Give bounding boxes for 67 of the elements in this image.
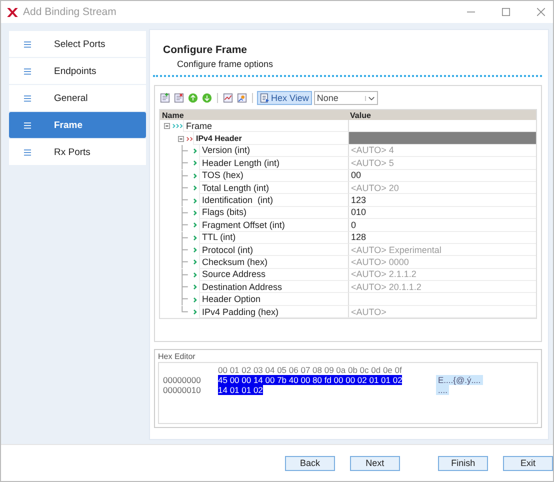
value-cell[interactable]: 00 xyxy=(348,170,536,182)
collapse-icon[interactable] xyxy=(178,136,184,142)
list-icon xyxy=(24,68,31,74)
column-header[interactable]: Value xyxy=(348,110,536,120)
offset-label: 00000010 xyxy=(162,385,202,396)
value-cell[interactable] xyxy=(348,132,536,145)
maximize-icon[interactable] xyxy=(502,8,510,16)
value-cell[interactable]: 010 xyxy=(348,206,536,220)
field-name[interactable]: IPv4 Padding (hex) xyxy=(199,306,348,318)
field-name[interactable]: Header Option xyxy=(199,293,348,306)
page-title: Configure Frame xyxy=(163,44,248,56)
field-name[interactable]: Protocol (int) xyxy=(199,244,348,256)
sidebar-item[interactable]: Frame xyxy=(9,112,146,138)
collapse-icon[interactable] xyxy=(164,123,170,130)
field-name[interactable]: Total Length (int) xyxy=(199,182,348,194)
filter-dropdown[interactable]: None xyxy=(314,91,378,105)
wizard-button[interactable]: Next xyxy=(350,456,400,470)
list-icon xyxy=(24,40,31,48)
field-name[interactable]: Version (int) xyxy=(199,144,348,158)
hex-editor-title: Hex Editor xyxy=(158,352,196,362)
field-name[interactable]: Source Address xyxy=(199,268,348,282)
field-name[interactable]: IPv4 Header xyxy=(193,132,348,145)
add-row-icon[interactable] xyxy=(159,92,171,104)
move-up-icon[interactable] xyxy=(187,92,199,104)
value-cell[interactable] xyxy=(348,293,536,306)
value-cell[interactable]: 0 xyxy=(348,219,536,232)
image-icon[interactable] xyxy=(236,92,248,104)
hex-bytes[interactable]: 45 00 00 14 00 7b 40 00 80 fd 00 00 02 01 01 02 xyxy=(218,375,402,386)
wizard-button[interactable]: Back xyxy=(285,456,335,470)
sidebar-item[interactable]: General xyxy=(9,85,146,111)
byte-column-header: 00 01 02 03 04 05 06 07 08 09 0a 0b 0c 0d 0e 0f xyxy=(218,365,402,376)
field-name[interactable]: TOS (hex) xyxy=(199,170,348,182)
wizard-button[interactable]: Finish xyxy=(438,456,488,470)
wizard-button[interactable]: Exit xyxy=(503,456,553,470)
caret-icon xyxy=(364,96,377,100)
offset-label: 00000000 xyxy=(162,375,202,386)
list-icon xyxy=(24,148,31,156)
hex-view-button[interactable]: Hex View xyxy=(257,91,312,105)
field-name[interactable]: Flags (bits) xyxy=(199,206,348,220)
field-name[interactable]: Checksum (hex) xyxy=(199,256,348,269)
list-icon xyxy=(24,122,31,128)
close-icon[interactable] xyxy=(537,8,545,16)
window-title: Add Binding Stream xyxy=(23,6,116,18)
delete-row-icon[interactable] xyxy=(173,92,185,104)
move-down-icon[interactable] xyxy=(201,92,213,104)
value-cell[interactable]: 128 xyxy=(348,232,536,244)
sidebar-item[interactable]: Rx Ports xyxy=(9,139,146,165)
page-subtitle: Configure frame options xyxy=(177,59,274,69)
field-name[interactable]: TTL (int) xyxy=(199,232,348,244)
column-header[interactable]: Name xyxy=(160,110,348,120)
ascii-text[interactable]: E....{@.ý.... xyxy=(436,375,483,386)
app-logo-icon xyxy=(7,8,18,16)
value-cell[interactable]: 123 xyxy=(348,194,536,207)
triple-chevron-icon xyxy=(172,123,183,130)
field-name[interactable]: Frame xyxy=(183,120,348,132)
hex-bytes[interactable]: 14 01 01 02 xyxy=(218,385,263,396)
double-chevron-icon xyxy=(186,136,193,142)
sidebar-item[interactable]: Select Ports xyxy=(9,31,146,57)
field-name[interactable]: Destination Address xyxy=(199,281,348,294)
ascii-text[interactable]: .... xyxy=(436,385,450,396)
chart-icon[interactable] xyxy=(222,92,234,104)
field-name[interactable]: Identification (int) xyxy=(199,194,348,207)
list-icon xyxy=(24,94,31,102)
sidebar-item[interactable]: Endpoints xyxy=(9,58,146,84)
document-icon xyxy=(260,93,270,103)
field-name[interactable]: Fragment Offset (int) xyxy=(199,219,348,232)
field-name[interactable]: Header Length (int) xyxy=(199,157,348,170)
